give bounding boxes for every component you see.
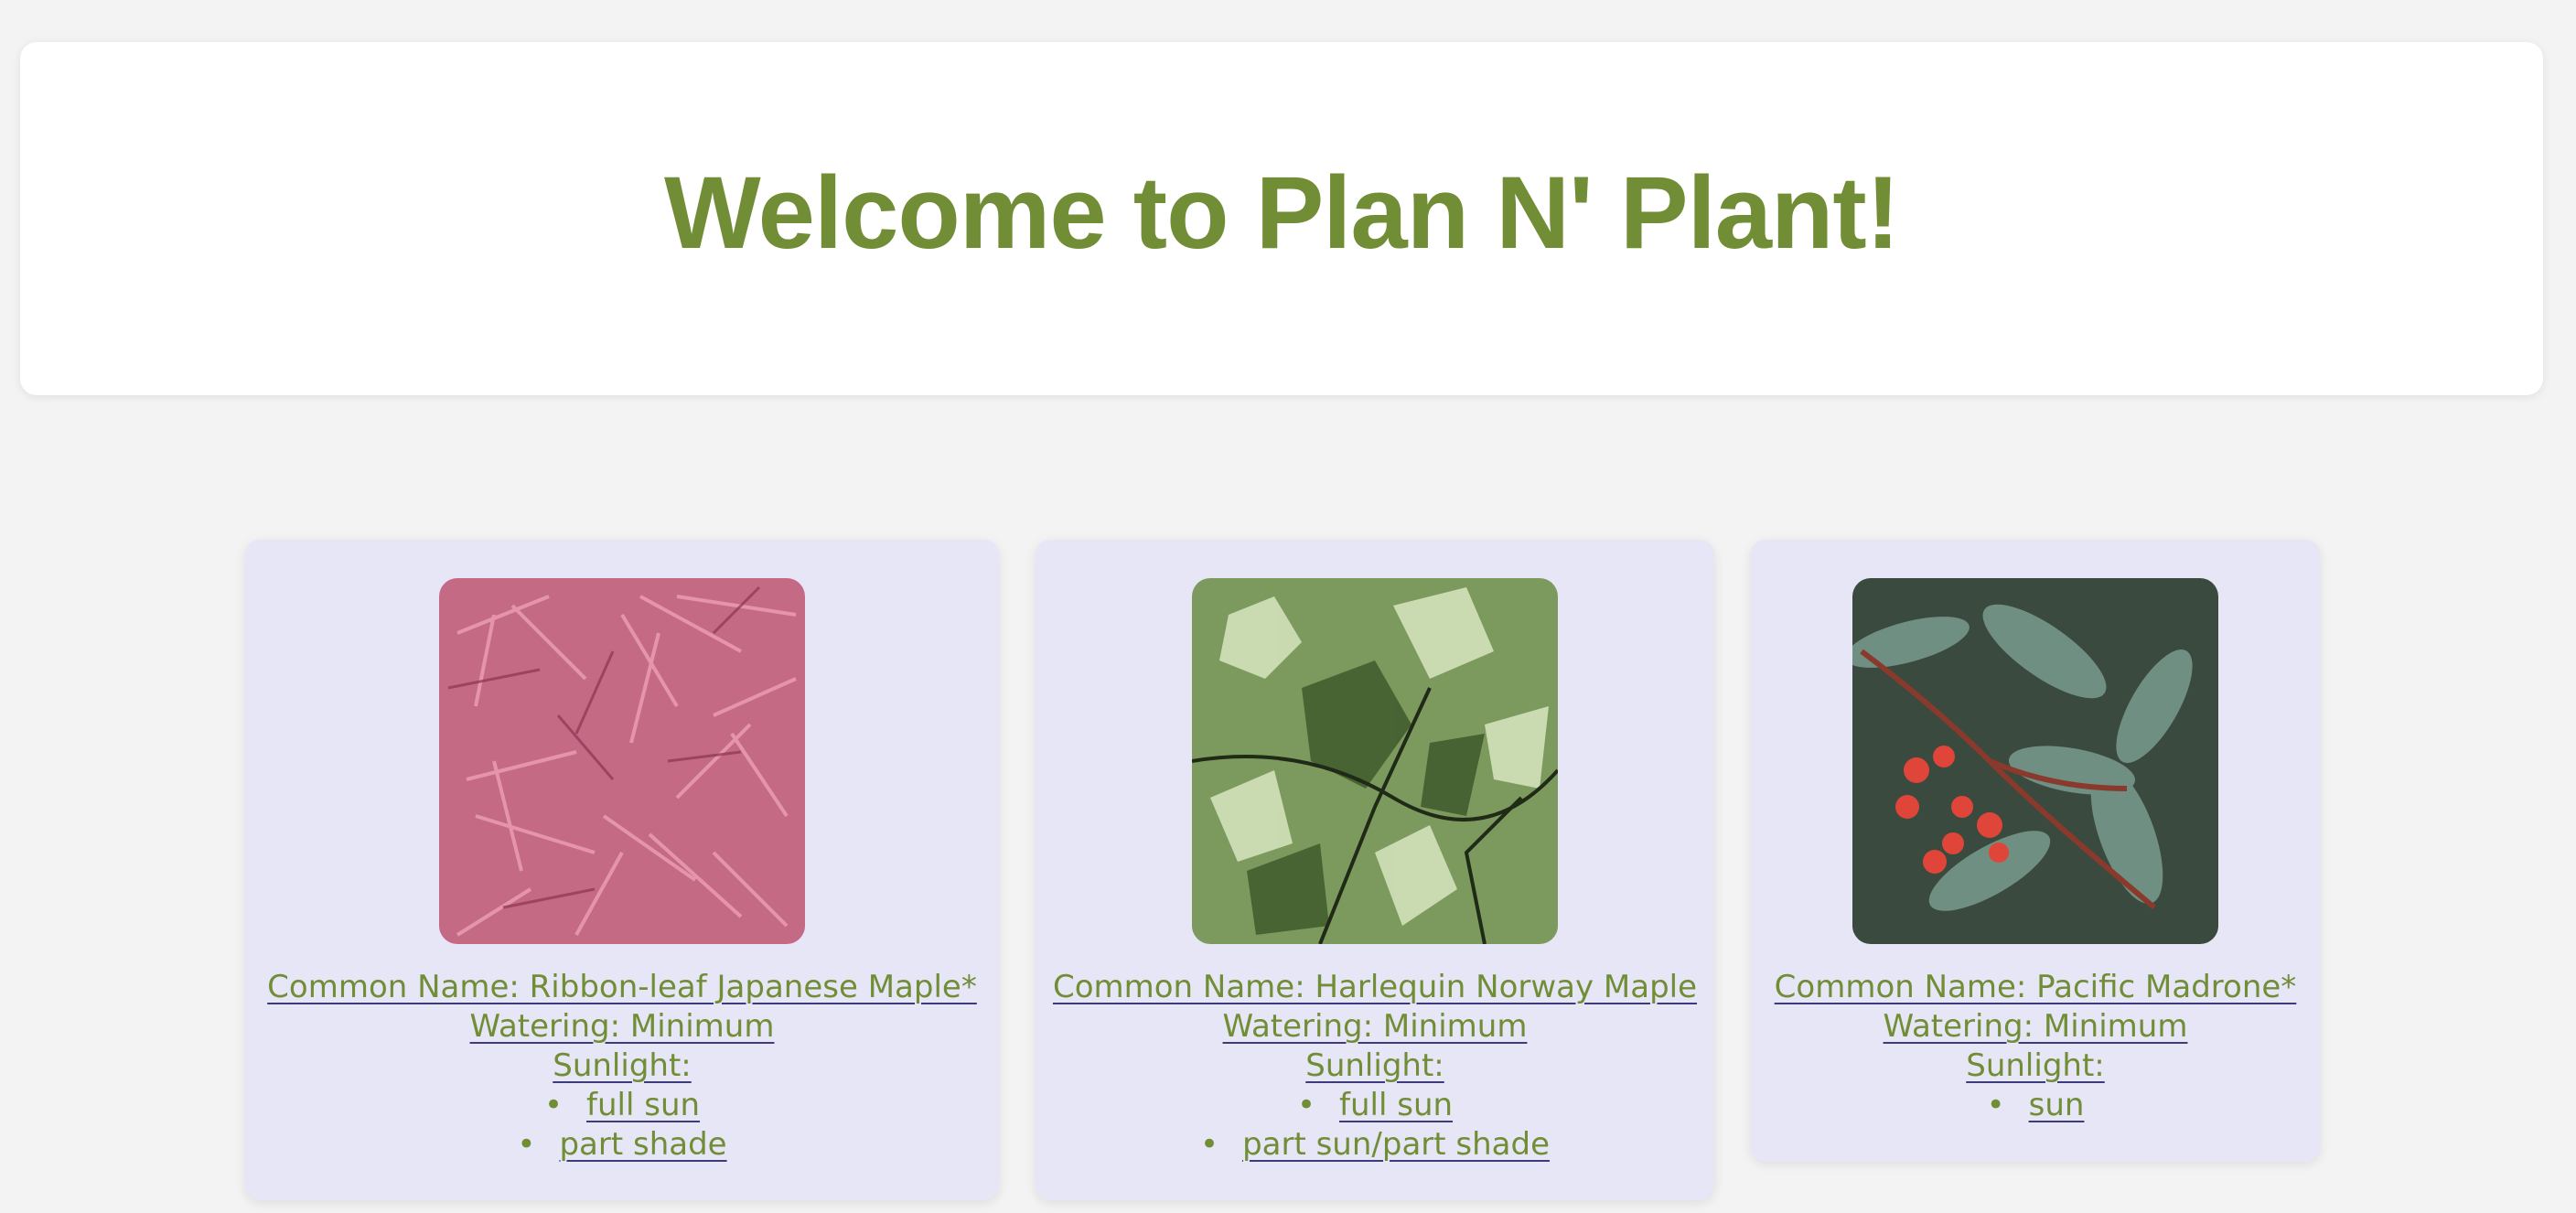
plant-card: Common Name: Ribbon-leaf Japanese Maple*… [245, 540, 999, 1200]
list-item: • sun [1751, 1086, 2320, 1125]
list-item: • part shade [245, 1125, 999, 1165]
plant-info: Common Name: Harlequin Norway Maple Wate… [1036, 968, 1714, 1165]
sunlight-link[interactable]: full sun [586, 1087, 700, 1123]
plant-info: Common Name: Pacific Madrone* Watering: … [1751, 968, 2320, 1125]
list-item: • full sun [245, 1086, 999, 1125]
bullet-icon: • [517, 1126, 536, 1163]
watering-link[interactable]: Watering: Minimum [1751, 1007, 2320, 1047]
bullet-icon: • [1200, 1126, 1219, 1163]
plant-photo-pacific-madrone [1852, 578, 2218, 944]
sunlight-list: • full sun • part shade [245, 1086, 999, 1165]
page-title: Welcome to Plan N' Plant! [663, 156, 1900, 270]
plant-photo-norway-maple [1192, 578, 1558, 944]
bullet-icon: • [543, 1087, 564, 1123]
sunlight-link[interactable]: part shade [559, 1126, 726, 1163]
watering-link[interactable]: Watering: Minimum [245, 1007, 999, 1047]
plant-info: Common Name: Ribbon-leaf Japanese Maple*… [245, 968, 999, 1165]
sunlight-link[interactable]: part sun/part shade [1242, 1126, 1550, 1163]
sunlight-list: • sun [1751, 1086, 2320, 1125]
bullet-icon: • [1986, 1087, 2005, 1123]
plant-card: Common Name: Harlequin Norway Maple Wate… [1036, 540, 1714, 1200]
sunlight-label-link[interactable]: Sunlight: [1036, 1047, 1714, 1086]
common-name-link[interactable]: Common Name: Harlequin Norway Maple [1036, 968, 1714, 1007]
welcome-header: Welcome to Plan N' Plant! [20, 42, 2543, 395]
common-name-link[interactable]: Common Name: Ribbon-leaf Japanese Maple* [245, 968, 999, 1007]
bullet-icon: • [1296, 1087, 1316, 1123]
sunlight-label-link[interactable]: Sunlight: [245, 1047, 999, 1086]
list-item: • part sun/part shade [1036, 1125, 1714, 1165]
common-name-link[interactable]: Common Name: Pacific Madrone* [1751, 968, 2320, 1007]
plant-photo-japanese-maple [439, 578, 805, 944]
watering-link[interactable]: Watering: Minimum [1036, 1007, 1714, 1047]
sunlight-list: • full sun • part sun/part shade [1036, 1086, 1714, 1165]
sunlight-link[interactable]: sun [2029, 1087, 2085, 1123]
list-item: • full sun [1036, 1086, 1714, 1125]
plant-card: Common Name: Pacific Madrone* Watering: … [1751, 540, 2320, 1162]
sunlight-label-link[interactable]: Sunlight: [1751, 1047, 2320, 1086]
sunlight-link[interactable]: full sun [1339, 1087, 1453, 1123]
